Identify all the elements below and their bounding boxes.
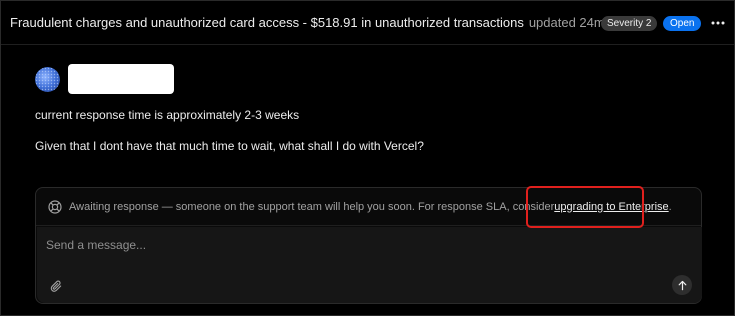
more-horizontal-icon [711, 21, 725, 25]
ticket-title: Fraudulent charges and unauthorized card… [10, 15, 524, 30]
severity-badge: Severity 2 [601, 16, 658, 31]
attach-button[interactable] [48, 278, 64, 294]
message-line: current response time is approximately 2… [35, 108, 300, 122]
arrow-up-icon [678, 280, 686, 290]
message-input-area [37, 227, 702, 303]
avatar [35, 67, 60, 92]
redacted-name [68, 64, 174, 94]
notice-text: Awaiting response — someone on the suppo… [69, 200, 555, 213]
message-line: Given that I dont have that much time to… [35, 139, 424, 153]
lifebuoy-icon [48, 199, 62, 214]
send-button[interactable] [672, 275, 692, 295]
annotation-highlight [526, 186, 644, 228]
notice-period: . [668, 200, 672, 213]
status-badge: Open [663, 16, 702, 31]
more-options-button[interactable] [709, 13, 727, 33]
paperclip-icon [50, 280, 61, 292]
app-window: Fraudulent charges and unauthorized card… [0, 0, 735, 316]
message-input[interactable] [46, 236, 646, 254]
